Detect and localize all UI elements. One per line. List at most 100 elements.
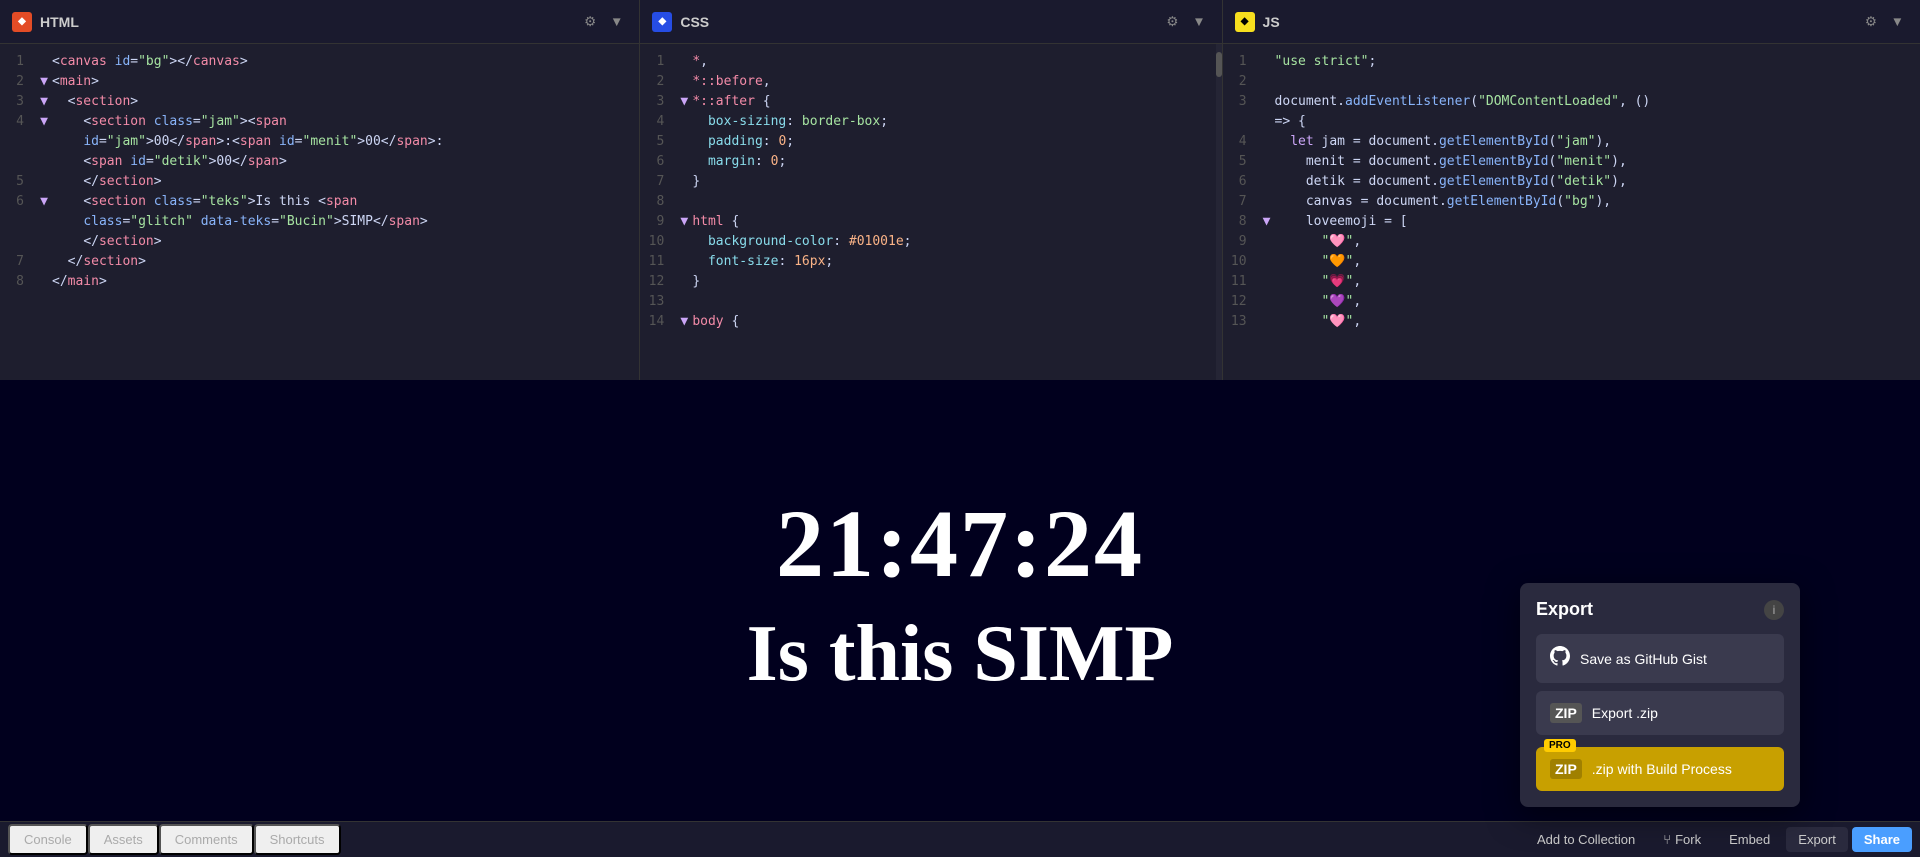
export-panel: Export i Save as GitHub Gist ZIP Export …: [1520, 583, 1800, 807]
js-panel: ◆ JS ⚙ ▼ 1 "use strict"; 2: [1223, 0, 1920, 380]
bottom-bar: Console Assets Comments Shortcuts Add to…: [0, 821, 1920, 857]
css-panel: ◆ CSS ⚙ ▼ 1 *, 2 *::before,: [640, 0, 1222, 380]
fork-label: Fork: [1675, 832, 1701, 847]
code-line: 11 "💗",: [1223, 272, 1920, 292]
css-lang-label: CSS: [680, 14, 709, 30]
js-editor-content[interactable]: 1 "use strict"; 2 3 document.addEventLis…: [1223, 44, 1920, 380]
html-panel-header: ◆ HTML ⚙ ▼: [0, 0, 639, 44]
github-gist-btn[interactable]: Save as GitHub Gist: [1536, 634, 1784, 683]
code-line: 10 "🧡",: [1223, 252, 1920, 272]
export-panel-header: Export i: [1536, 599, 1784, 620]
code-line: 11 font-size: 16px;: [640, 252, 1221, 272]
html-lang-label: HTML: [40, 14, 79, 30]
code-line: 8: [640, 192, 1221, 212]
css-editor-content[interactable]: 1 *, 2 *::before, 3 ▼ *::after { 4: [640, 44, 1221, 380]
code-line: => {: [1223, 112, 1920, 132]
code-line: 4 ▼ <section class="jam"><span: [0, 112, 639, 132]
github-gist-label: Save as GitHub Gist: [1580, 651, 1707, 667]
code-line: 1 "use strict";: [1223, 52, 1920, 72]
embed-btn[interactable]: Embed: [1717, 827, 1782, 852]
code-line: 8 ▼ loveemoji = [: [1223, 212, 1920, 232]
zip-build-icon: ZIP: [1550, 759, 1582, 779]
code-line: 6 ▼ <section class="teks">Is this <span: [0, 192, 639, 212]
code-line: 1 *,: [640, 52, 1221, 72]
code-line: 8 </main>: [0, 272, 639, 292]
js-panel-controls: ⚙ ▼: [1861, 10, 1908, 34]
code-line: 10 background-color: #01001e;: [640, 232, 1221, 252]
tab-assets[interactable]: Assets: [88, 824, 159, 855]
code-line: 4 let jam = document.getElementById("jam…: [1223, 132, 1920, 152]
preview-time: 21:47:24: [776, 488, 1144, 599]
html-lang-icon: ◆: [12, 12, 32, 32]
html-collapse-btn[interactable]: ▼: [606, 10, 627, 33]
js-collapse-btn[interactable]: ▼: [1887, 10, 1908, 33]
code-line: 2 ▼ <main>: [0, 72, 639, 92]
code-line: 6 detik = document.getElementById("detik…: [1223, 172, 1920, 192]
code-line: 2: [1223, 72, 1920, 92]
tab-comments[interactable]: Comments: [159, 824, 254, 855]
export-info-btn[interactable]: i: [1764, 600, 1784, 620]
code-line: 7 </section>: [0, 252, 639, 272]
js-panel-title: ◆ JS: [1235, 12, 1280, 32]
code-line: 3 ▼ *::after {: [640, 92, 1221, 112]
js-lang-label: JS: [1263, 14, 1280, 30]
pro-badge: PRO: [1544, 739, 1576, 752]
css-panel-header: ◆ CSS ⚙ ▼: [640, 0, 1221, 44]
code-line: id="jam">00</span>:<span id="menit">00</…: [0, 132, 639, 152]
add-to-collection-btn[interactable]: Add to Collection: [1525, 827, 1647, 852]
code-line: 12 }: [640, 272, 1221, 292]
share-btn[interactable]: Share: [1852, 827, 1912, 852]
export-zip-btn[interactable]: ZIP Export .zip: [1536, 691, 1784, 735]
code-line: class="glitch" data-teks="Bucin">SIMP</s…: [0, 212, 639, 232]
html-editor-content[interactable]: 1 <canvas id="bg"></canvas> 2 ▼ <main> 3…: [0, 44, 639, 380]
code-line: 6 margin: 0;: [640, 152, 1221, 172]
css-panel-controls: ⚙ ▼: [1162, 10, 1209, 34]
code-line: 3 ▼ <section>: [0, 92, 639, 112]
code-line: 2 *::before,: [640, 72, 1221, 92]
code-line: 1 <canvas id="bg"></canvas>: [0, 52, 639, 72]
html-panel-controls: ⚙ ▼: [580, 10, 627, 34]
html-panel: ◆ HTML ⚙ ▼ 1 <canvas id="bg"></canvas> 2…: [0, 0, 640, 380]
code-line: 14 ▼ body {: [640, 312, 1221, 332]
code-line: 4 box-sizing: border-box;: [640, 112, 1221, 132]
html-panel-title: ◆ HTML: [12, 12, 79, 32]
code-line: 7 canvas = document.getElementById("bg")…: [1223, 192, 1920, 212]
js-panel-header: ◆ JS ⚙ ▼: [1223, 0, 1920, 44]
css-collapse-btn[interactable]: ▼: [1188, 10, 1209, 33]
code-line: 5 </section>: [0, 172, 639, 192]
html-settings-btn[interactable]: ⚙: [580, 10, 600, 34]
tab-shortcuts[interactable]: Shortcuts: [254, 824, 341, 855]
zip-build-label: .zip with Build Process: [1592, 761, 1732, 777]
tab-console[interactable]: Console: [8, 824, 88, 855]
preview-text: Is this SIMP: [747, 609, 1174, 700]
css-scrollbar: [1216, 44, 1222, 380]
code-line: 5 menit = document.getElementById("menit…: [1223, 152, 1920, 172]
css-settings-btn[interactable]: ⚙: [1162, 10, 1182, 34]
zip-build-btn[interactable]: PRO ZIP .zip with Build Process: [1536, 747, 1784, 791]
css-panel-title: ◆ CSS: [652, 12, 709, 32]
css-lang-icon: ◆: [652, 12, 672, 32]
export-panel-title: Export: [1536, 599, 1593, 620]
code-line: 13: [640, 292, 1221, 312]
code-line: 3 document.addEventListener("DOMContentL…: [1223, 92, 1920, 112]
preview-area: 21:47:24 Is this SIMP Export i Save as G…: [0, 380, 1920, 857]
zip-icon: ZIP: [1550, 703, 1582, 723]
code-line: 9 ▼ html {: [640, 212, 1221, 232]
editor-area: ◆ HTML ⚙ ▼ 1 <canvas id="bg"></canvas> 2…: [0, 0, 1920, 380]
js-settings-btn[interactable]: ⚙: [1861, 10, 1881, 34]
code-line: 5 padding: 0;: [640, 132, 1221, 152]
app-container: ◆ HTML ⚙ ▼ 1 <canvas id="bg"></canvas> 2…: [0, 0, 1920, 857]
code-line: <span id="detik">00</span>: [0, 152, 639, 172]
code-line: 13 "🩷",: [1223, 312, 1920, 332]
fork-btn[interactable]: ⑂ Fork: [1651, 827, 1713, 852]
export-zip-label: Export .zip: [1592, 705, 1658, 721]
code-line: 7 }: [640, 172, 1221, 192]
css-scrollbar-thumb: [1216, 52, 1222, 77]
code-line: 9 "🩷",: [1223, 232, 1920, 252]
js-lang-icon: ◆: [1235, 12, 1255, 32]
github-icon: [1550, 646, 1570, 671]
bottom-right-actions: Add to Collection ⑂ Fork Embed Export Sh…: [1525, 827, 1912, 852]
fork-icon: ⑂: [1663, 832, 1671, 847]
export-btn-bottom[interactable]: Export: [1786, 827, 1848, 852]
code-line: </section>: [0, 232, 639, 252]
